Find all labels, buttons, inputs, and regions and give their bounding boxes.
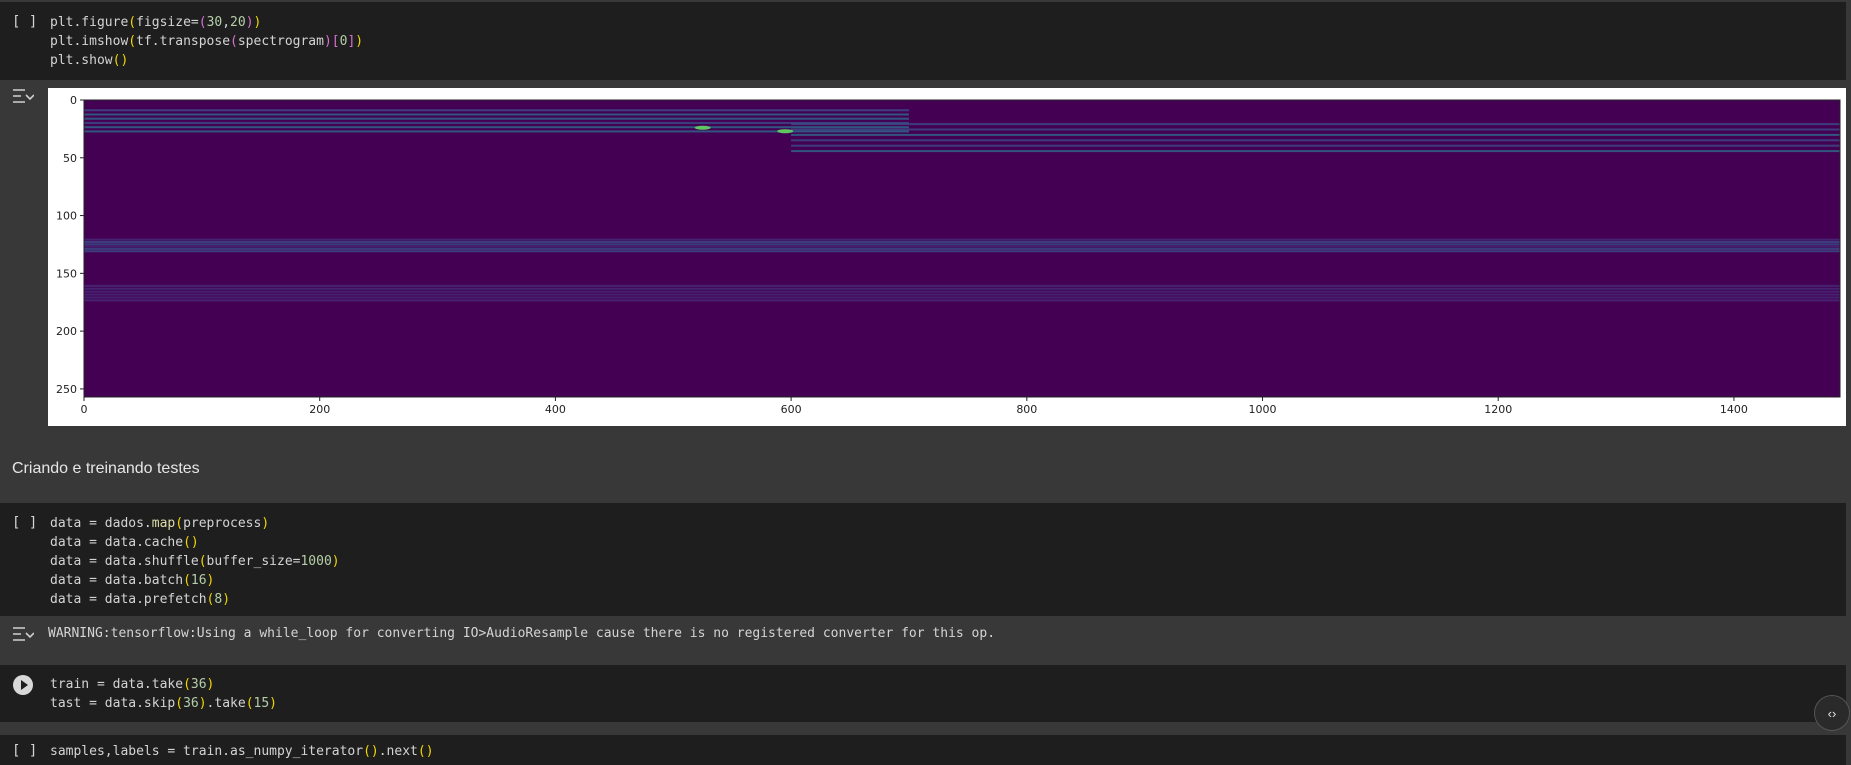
y-tick-label: 100 bbox=[56, 210, 77, 223]
output-toggle-icon[interactable] bbox=[12, 88, 36, 106]
x-tick-label: 600 bbox=[781, 403, 802, 416]
heatmap-band bbox=[84, 113, 909, 116]
heatmap-band bbox=[791, 128, 1841, 131]
heatmap-band bbox=[84, 299, 1840, 302]
code-editor[interactable]: train = data.take(36) tast = data.skip(36… bbox=[50, 675, 277, 713]
heatmap-band bbox=[84, 238, 1840, 241]
code-cell-preprocess[interactable]: [ ] data = dados.map(preprocess) data = d… bbox=[0, 503, 1846, 616]
output-toggle-icon[interactable] bbox=[12, 626, 36, 644]
heatmap-band bbox=[791, 144, 1841, 147]
spectrogram-plot: 0 200 400 600 800 1000 1200 1400 0 50 100 150 200 250 bbox=[48, 88, 1846, 426]
heatmap-band bbox=[84, 296, 1840, 299]
heatmap-band bbox=[84, 250, 1840, 253]
heatmap-band bbox=[84, 247, 1840, 250]
code-cell-samples[interactable]: [ ] samples,labels = train.as_numpy_iter… bbox=[0, 735, 1846, 765]
heatmap-band bbox=[791, 133, 1841, 136]
y-tick-label: 250 bbox=[56, 383, 77, 396]
code-cell-figure[interactable]: [ ] plt.figure(figsize=(30,20)) plt.imsho… bbox=[0, 2, 1846, 80]
run-cell-button[interactable]: [ ] bbox=[12, 515, 37, 531]
heatmap-band bbox=[791, 123, 1841, 126]
heatmap-band bbox=[84, 284, 1840, 287]
heatmap-band bbox=[84, 109, 909, 112]
code-icon[interactable]: ‹› bbox=[1814, 695, 1850, 731]
warning-output: WARNING:tensorflow:Using a while_loop fo… bbox=[48, 626, 996, 641]
code-line: train = data.take(36) bbox=[50, 677, 215, 692]
y-tick-label: 200 bbox=[56, 325, 77, 338]
spectrogram-chart: 0 200 400 600 800 1000 1200 1400 0 50 100 150 200 250 bbox=[56, 94, 1841, 416]
y-tick-label: 150 bbox=[56, 267, 77, 280]
code-editor[interactable]: samples,labels = train.as_numpy_iterator… bbox=[50, 742, 434, 761]
code-line: data = data.batch(16) bbox=[50, 573, 215, 588]
code-line: plt.show() bbox=[50, 53, 129, 68]
code-line: tast = data.skip(36).take(15) bbox=[50, 696, 277, 711]
x-tick-label: 1400 bbox=[1720, 403, 1748, 416]
code-cell-split[interactable]: train = data.take(36) tast = data.skip(36… bbox=[0, 665, 1846, 722]
code-editor[interactable]: plt.figure(figsize=(30,20)) plt.imshow(tf… bbox=[50, 13, 363, 70]
heatmap-band bbox=[791, 139, 1841, 142]
run-cell-button[interactable]: [ ] bbox=[12, 743, 37, 759]
heatmap-band bbox=[84, 126, 909, 129]
code-line: plt.imshow(tf.transpose(spectrogram)[0]) bbox=[50, 34, 364, 49]
heatmap-band bbox=[84, 290, 1840, 293]
heatmap-band bbox=[84, 293, 1840, 296]
code-line: data = data.cache() bbox=[50, 535, 199, 550]
heatmap-band bbox=[791, 150, 1841, 153]
heatmap-band bbox=[84, 121, 909, 124]
run-cell-button[interactable]: [ ] bbox=[12, 14, 37, 30]
code-line: samples,labels = train.as_numpy_iterator… bbox=[50, 744, 434, 759]
heatmap-hotspot bbox=[777, 129, 794, 134]
heatmap-hotspot bbox=[694, 125, 711, 130]
x-tick-label: 0 bbox=[81, 403, 88, 416]
section-heading: Criando e treinando testes bbox=[12, 460, 200, 477]
x-tick-label: 200 bbox=[309, 403, 330, 416]
heatmap-band bbox=[84, 245, 1840, 248]
x-tick-label: 1000 bbox=[1249, 403, 1277, 416]
heatmap-band bbox=[84, 117, 909, 120]
heatmap-band bbox=[84, 287, 1840, 290]
code-line: data = data.prefetch(8) bbox=[50, 592, 231, 607]
code-editor[interactable]: data = dados.map(preprocess) data = data.… bbox=[50, 514, 340, 609]
y-tick-label: 0 bbox=[70, 94, 77, 107]
x-tick-label: 400 bbox=[545, 403, 566, 416]
x-tick-label: 1200 bbox=[1484, 403, 1512, 416]
y-tick-label: 50 bbox=[63, 152, 77, 165]
heatmap-band bbox=[84, 243, 1840, 246]
code-line: plt.figure(figsize=(30,20)) bbox=[50, 15, 262, 30]
run-cell-button[interactable] bbox=[13, 675, 33, 695]
heatmap-band bbox=[84, 240, 1840, 243]
code-line: data = dados.map(preprocess) bbox=[50, 516, 270, 531]
x-tick-label: 800 bbox=[1016, 403, 1037, 416]
code-line: data = data.shuffle(buffer_size=1000) bbox=[50, 554, 340, 569]
